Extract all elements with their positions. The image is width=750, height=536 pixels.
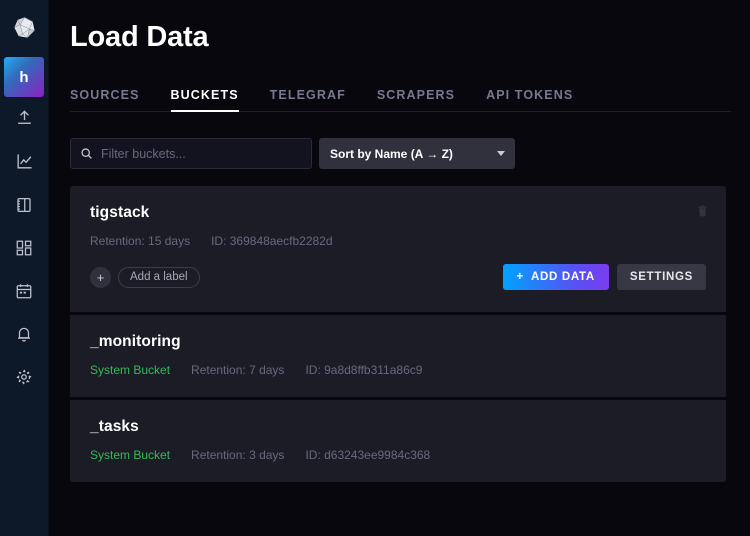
- bucket-id: ID: 9a8d8ffb311a86c9: [305, 363, 422, 377]
- influxdb-logo[interactable]: [0, 0, 49, 55]
- dashboard-grid-icon: [15, 239, 33, 257]
- tab-api-tokens[interactable]: API TOKENS: [486, 88, 573, 111]
- tab-scrapers[interactable]: SCRAPERS: [377, 88, 455, 111]
- tab-sources[interactable]: SOURCES: [70, 88, 140, 111]
- sidebar-item-data-explorer[interactable]: [0, 140, 49, 183]
- buckets-list: tigstack Retention: 15 days ID: 369848ae…: [70, 186, 726, 482]
- search-icon: [80, 147, 93, 160]
- sidebar-item-load-data[interactable]: [0, 97, 49, 140]
- avatar-label: h: [19, 69, 28, 86]
- sort-dropdown-label: Sort by Name (A → Z): [330, 147, 453, 161]
- bucket-id: ID: 369848aecfb2282d: [211, 234, 332, 248]
- tab-buckets[interactable]: BUCKETS: [171, 88, 239, 111]
- sort-dropdown[interactable]: Sort by Name (A → Z): [319, 138, 515, 169]
- search-placeholder: Filter buckets...: [101, 147, 186, 161]
- system-bucket-badge: System Bucket: [90, 448, 170, 462]
- page-title: Load Data: [70, 21, 731, 54]
- add-data-button[interactable]: + ADD DATA: [503, 264, 609, 290]
- sidebar-item-dashboards[interactable]: [0, 226, 49, 269]
- plus-icon: +: [517, 271, 524, 283]
- filter-toolbar: Filter buckets... Sort by Name (A → Z): [70, 138, 731, 169]
- notebook-icon: [15, 196, 33, 214]
- bucket-name[interactable]: _monitoring: [90, 333, 706, 351]
- system-bucket-badge: System Bucket: [90, 363, 170, 377]
- bucket-retention: Retention: 3 days: [191, 448, 284, 462]
- sidebar-item-tasks[interactable]: [0, 269, 49, 312]
- bucket-card[interactable]: _tasks System Bucket Retention: 3 days I…: [70, 397, 726, 482]
- bucket-retention: Retention: 7 days: [191, 363, 284, 377]
- calendar-icon: [15, 282, 33, 300]
- bucket-meta: Retention: 15 days ID: 369848aecfb2282d: [90, 234, 706, 248]
- influxdb-logo-icon: [13, 16, 36, 39]
- sidebar-item-notebooks[interactable]: [0, 183, 49, 226]
- bucket-id: ID: d63243ee9984c368: [305, 448, 430, 462]
- bucket-card[interactable]: tigstack Retention: 15 days ID: 369848ae…: [70, 186, 726, 312]
- bucket-name[interactable]: _tasks: [90, 418, 706, 436]
- delete-bucket-button[interactable]: [696, 204, 709, 218]
- chevron-down-icon: [497, 151, 505, 156]
- app-window: h: [0, 0, 750, 536]
- line-chart-icon: [15, 152, 34, 171]
- bucket-retention: Retention: 15 days: [90, 234, 190, 248]
- label-group: + Add a label: [90, 267, 200, 288]
- gear-icon: [15, 368, 33, 386]
- bucket-name[interactable]: tigstack: [90, 204, 706, 222]
- search-input[interactable]: Filter buckets...: [70, 138, 312, 169]
- sidebar-item-alerts[interactable]: [0, 312, 49, 355]
- main-content: Load Data SOURCES BUCKETS TELEGRAF SCRAP…: [49, 0, 750, 536]
- sidebar-item-settings[interactable]: [0, 355, 49, 398]
- settings-button[interactable]: SETTINGS: [617, 264, 706, 290]
- bucket-meta: System Bucket Retention: 7 days ID: 9a8d…: [90, 363, 706, 377]
- trash-icon: [696, 204, 709, 218]
- bucket-actions: + ADD DATA SETTINGS: [503, 264, 706, 290]
- org-avatar[interactable]: h: [4, 57, 44, 97]
- bell-icon: [15, 325, 33, 343]
- add-label-plus-button[interactable]: +: [90, 267, 111, 288]
- bucket-card[interactable]: _monitoring System Bucket Retention: 7 d…: [70, 312, 726, 397]
- tab-telegraf[interactable]: TELEGRAF: [270, 88, 346, 111]
- upload-icon: [15, 109, 34, 128]
- bucket-meta: System Bucket Retention: 3 days ID: d632…: [90, 448, 706, 462]
- add-data-label: ADD DATA: [531, 271, 595, 283]
- tab-bar: SOURCES BUCKETS TELEGRAF SCRAPERS API TO…: [70, 82, 731, 112]
- left-nav-sidebar: h: [0, 0, 49, 536]
- bucket-card-footer: + Add a label + ADD DATA SETTINGS: [90, 264, 706, 290]
- add-label-chip[interactable]: Add a label: [118, 267, 200, 288]
